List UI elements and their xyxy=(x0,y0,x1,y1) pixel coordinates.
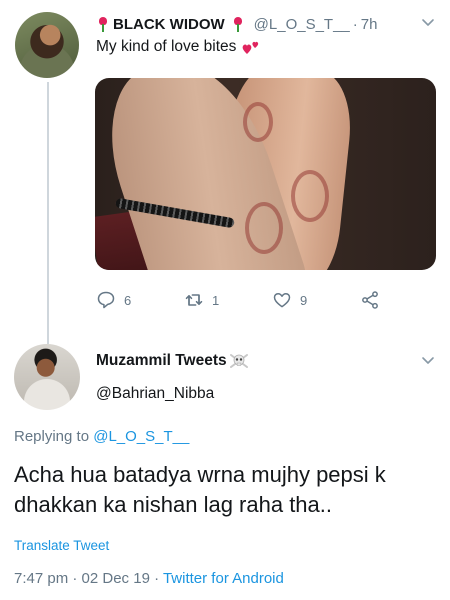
tweet-metadata: 7:47 pm · 02 Dec 19 · Twitter for Androi… xyxy=(14,570,284,587)
photo-bite-mark xyxy=(291,170,329,222)
share-icon xyxy=(362,291,378,309)
display-name[interactable]: Muzammil Tweets xyxy=(96,352,227,370)
display-name[interactable]: BLACK WIDOW xyxy=(113,16,225,33)
translate-tweet-link[interactable]: Translate Tweet xyxy=(14,538,109,553)
like-count: 9 xyxy=(300,292,308,308)
reply-count: 6 xyxy=(124,292,132,308)
retweet-button[interactable]: 1 xyxy=(184,290,219,310)
photo-bite-mark xyxy=(243,102,273,142)
tweet-action-bar: 6 1 9 xyxy=(96,290,396,314)
hearts-emoji-icon xyxy=(243,41,259,54)
replying-to: Replying to @L_O_S_T__ xyxy=(14,428,189,445)
tweet-text: My kind of love bites xyxy=(96,38,260,56)
share-button[interactable] xyxy=(360,290,388,310)
photo-bite-mark xyxy=(245,202,283,254)
thread-connector-line xyxy=(47,82,49,344)
tweet-author: Muzammil Tweets xyxy=(96,352,249,370)
separator-dot: · xyxy=(352,15,358,33)
chevron-down-icon[interactable] xyxy=(420,352,436,368)
avatar[interactable] xyxy=(14,344,80,410)
retweet-icon xyxy=(185,294,203,306)
user-handle[interactable]: @L_O_S_T__ xyxy=(254,16,350,33)
retweet-count: 1 xyxy=(212,292,220,308)
tweet-source-link[interactable]: Twitter for Android xyxy=(163,570,284,587)
rose-icon xyxy=(96,16,110,32)
tweet-text: Acha hua batadya wrna mujhy pepsi k dhak… xyxy=(14,462,386,517)
rose-icon xyxy=(231,16,245,32)
user-handle[interactable]: @Bahrian_Nibba xyxy=(96,385,214,403)
like-icon xyxy=(273,293,291,308)
tweet-timestamp[interactable]: 7:47 pm · 02 Dec 19 · xyxy=(14,570,163,587)
like-button[interactable]: 9 xyxy=(272,290,307,310)
tweet-text-content: My kind of love bites xyxy=(96,38,237,55)
skull-crossbones-icon xyxy=(229,354,248,368)
reply-button[interactable]: 6 xyxy=(96,290,131,310)
tweet-header: BLACK WIDOW @L_O_S_T__ · 7h xyxy=(96,13,377,35)
chevron-down-icon[interactable] xyxy=(420,14,436,30)
replying-to-link[interactable]: @L_O_S_T__ xyxy=(93,428,189,445)
avatar[interactable] xyxy=(15,12,79,78)
reply-icon xyxy=(97,291,115,309)
tweet-time[interactable]: 7h xyxy=(361,16,378,33)
replying-to-label: Replying to xyxy=(14,428,90,445)
tweet-photo[interactable] xyxy=(95,78,436,270)
